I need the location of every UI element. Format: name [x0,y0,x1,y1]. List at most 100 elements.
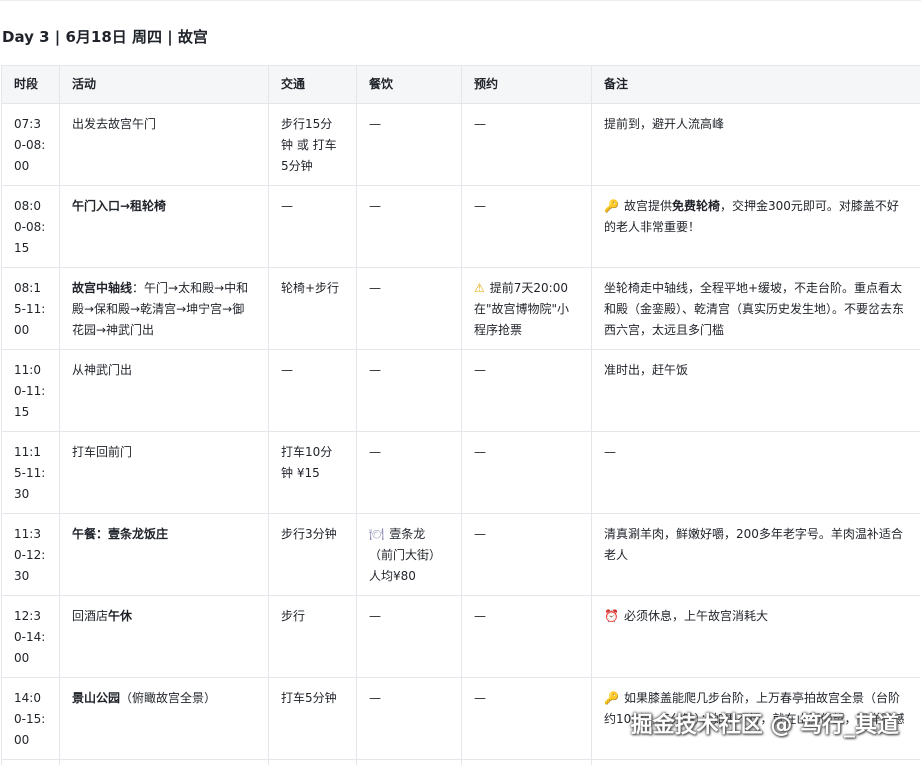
text-segment: 必须休息，上午故宫消耗大 [624,609,768,623]
top-divider [0,0,921,1]
time-cell: 08:15-11:00 [2,268,60,350]
booking-cell: — [462,678,592,760]
itinerary-table: 时段 活动 交通 餐饮 预约 备注 07:30-08:00 出发去故宫午门 步行15… [1,65,920,765]
booking-cell: ⚠提前7天20:00在"故宫博物院"小程序抢票 [462,268,592,350]
text-segment: 清真涮羊肉，鲜嫩好嚼，200多年老字号。羊肉温补适合老人 [604,527,903,562]
notes-cell: ⏰ 必须休息，上午故宫消耗大 [592,596,921,678]
empty-cell [462,760,592,765]
table-row-partial [2,760,921,765]
dining-cell: — [357,350,462,432]
header-dining: 餐饮 [357,66,462,104]
text-segment: 回酒店 [72,609,108,623]
text-segment: 坐轮椅走中轴线，全程平地+缓坡，不走台阶。重点看太和殿（金銮殿）、乾清宫（真实历… [604,281,904,337]
text-segment: 出发去故宫午门 [72,117,156,131]
time-cell: 11:00-11:15 [2,350,60,432]
table-row: 11:30-12:30 午餐：壹条龙饭庄 步行3分钟🍽壹条龙（前门大街）人均¥80—… [2,514,921,596]
time-cell: 11:15-11:30 [2,432,60,514]
key-icon: 🔑 [604,196,619,217]
text-segment: 提前到，避开人流高峰 [604,117,724,131]
warning-icon: ⚠ [474,278,485,299]
empty-cell [592,760,921,765]
empty-cell [60,760,269,765]
time-cell: 07:30-08:00 [2,104,60,186]
booking-cell: — [462,104,592,186]
table-row: 08:00-08:15午门入口→租轮椅———🔑故宫提供免费轮椅，交押金300元即… [2,186,921,268]
notes-cell: 提前到，避开人流高峰 [592,104,921,186]
bold-text: 故宫中轴线 [72,281,132,295]
key-icon: 🔑 [604,688,619,709]
activity-cell: 打车回前门 [60,432,269,514]
day-heading: Day 3 | 6月18日 周四 | 故宫 [2,27,208,47]
header-notes: 备注 [592,66,921,104]
activity-cell: 景山公园（俯瞰故宫全景） [60,678,269,760]
notes-cell: 清真涮羊肉，鲜嫩好嚼，200多年老字号。羊肉温补适合老人 [592,514,921,596]
dining-text: — [369,445,381,459]
dining-text: — [369,609,381,623]
bowl-icon: 🍽 [369,524,384,545]
header-booking: 预约 [462,66,592,104]
table-row: 07:30-08:00出发去故宫午门步行15分钟 或 打车5分钟——提前到，避开… [2,104,921,186]
transport-cell: 轮椅+步行 [269,268,357,350]
activity-cell: 从神武门出 [60,350,269,432]
bold-text: 景山公园 [72,691,120,705]
booking-cell: — [462,350,592,432]
bold-text: 免费轮椅 [672,199,720,213]
transport-cell: — [269,350,357,432]
dining-cell: — [357,104,462,186]
header-time: 时段 [2,66,60,104]
activity-cell: 回酒店午休 [60,596,269,678]
booking-text: — [474,609,486,623]
transport-cell: 步行15分钟 或 打车5分钟 [269,104,357,186]
dining-cell: — [357,432,462,514]
text-segment: 从神武门出 [72,363,132,377]
dining-text: — [369,691,381,705]
transport-cell: 步行 [269,596,357,678]
dining-cell: — [357,678,462,760]
empty-cell [357,760,462,765]
table-header-row: 时段 活动 交通 餐饮 预约 备注 [2,66,921,104]
bold-text: 午餐：壹条龙饭庄 [72,527,168,541]
booking-text: 提前7天20:00在"故宫博物院"小程序抢票 [474,281,569,337]
booking-text: — [474,117,486,131]
dining-cell: — [357,268,462,350]
time-cell: 12:30-14:00 [2,596,60,678]
watermark: 掘金技术社区 @ 笃行_其道 [631,709,899,743]
text-segment: 故宫提供 [624,199,672,213]
dining-text: — [369,199,381,213]
text-segment: （俯瞰故宫全景） [120,691,216,705]
notes-cell: 🔑故宫提供免费轮椅，交押金300元即可。对膝盖不好的老人非常重要！ [592,186,921,268]
dining-cell: 🍽壹条龙（前门大街）人均¥80 [357,514,462,596]
empty-cell [2,760,60,765]
activity-cell: 故宫中轴线：午门→太和殿→中和殿→保和殿→乾清宫→坤宁宫→御花园→神武门出 [60,268,269,350]
header-activity: 活动 [60,66,269,104]
booking-text: — [474,199,486,213]
booking-cell: — [462,432,592,514]
text-segment: 打车回前门 [72,445,132,459]
notes-cell: 准时出，赶午饭 [592,350,921,432]
activity-cell: 午餐：壹条龙饭庄 [60,514,269,596]
text-segment: 准时出，赶午饭 [604,363,688,377]
table-row: 11:15-11:30 打车回前门 打车10分钟 ¥15 — — — [2,432,921,514]
bold-text: 午门入口→租轮椅 [72,199,166,213]
empty-cell [269,760,357,765]
dining-cell: — [357,186,462,268]
booking-text: — [474,363,486,377]
booking-cell: — [462,186,592,268]
transport-cell: 打车10分钟 ¥15 [269,432,357,514]
bold-text: 午休 [108,609,132,623]
transport-cell: 步行3分钟 [269,514,357,596]
dining-text: — [369,363,381,377]
time-cell: 08:00-08:15 [2,186,60,268]
table-row: 11:00-11:15 从神武门出 — — — 准时出，赶午饭 [2,350,921,432]
alarm-clock-icon: ⏰ [604,606,619,627]
transport-cell: 打车5分钟 [269,678,357,760]
booking-text: — [474,691,486,705]
time-cell: 11:30-12:30 [2,514,60,596]
table-row: 08:15-11:00故宫中轴线：午门→太和殿→中和殿→保和殿→乾清宫→坤宁宫→… [2,268,921,350]
booking-cell: — [462,596,592,678]
dining-cell: — [357,596,462,678]
activity-cell: 午门入口→租轮椅 [60,186,269,268]
text-segment: — [604,445,616,459]
itinerary-table-container[interactable]: 时段 活动 交通 餐饮 预约 备注 07:30-08:00 出发去故宫午门 步行15… [1,65,920,765]
booking-cell: — [462,514,592,596]
